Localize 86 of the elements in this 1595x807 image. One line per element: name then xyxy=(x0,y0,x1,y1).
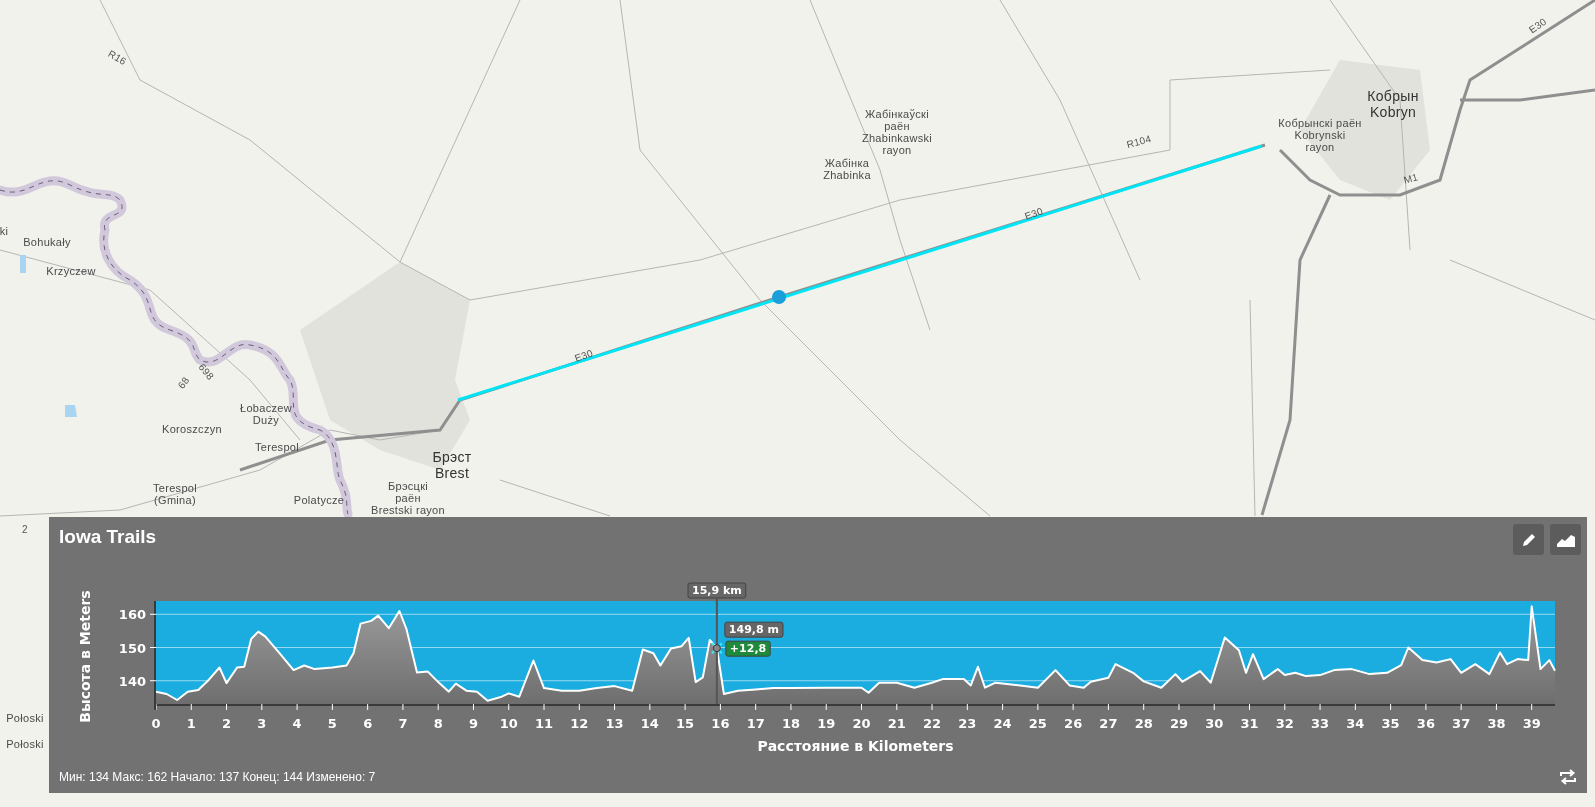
x-tick-label: 12 xyxy=(570,716,589,731)
place-label: Брэсцкі раён Brestski rayon xyxy=(371,480,445,516)
x-tick-label: 22 xyxy=(923,716,942,731)
x-tick-label: 37 xyxy=(1452,716,1471,731)
place-label: Bohukały xyxy=(23,236,71,248)
x-tick-label: 21 xyxy=(887,716,906,731)
x-tick-label: 30 xyxy=(1205,716,1224,731)
place-label: Polatycze xyxy=(293,494,345,506)
x-tick-label: 9 xyxy=(468,716,478,731)
x-tick-label: 24 xyxy=(993,716,1012,731)
road-label: R104 xyxy=(1125,132,1153,152)
swap-icon xyxy=(1559,769,1577,785)
road-label: R16 xyxy=(105,48,129,68)
road-label: E30 xyxy=(1023,205,1045,223)
panel-title: Iowa Trails xyxy=(59,526,157,548)
x-tick-label: 4 xyxy=(292,716,302,731)
stats-text: Мин: 134 Макс: 162 Начало: 137 Конец: 144 Изменено: 7 xyxy=(59,770,376,784)
x-tick-label: 27 xyxy=(1099,716,1118,731)
place-label: Krzyczew xyxy=(46,265,96,277)
annotation: +12,8 xyxy=(729,642,767,656)
y-tick-label: 150 xyxy=(118,640,146,656)
place-label: Жабінка Zhabinka xyxy=(823,157,871,181)
place-label: Połoski xyxy=(6,738,44,750)
road-label: M1 xyxy=(1402,171,1420,187)
annotation: 149,8 m xyxy=(728,623,779,637)
x-tick-label: 39 xyxy=(1522,716,1541,731)
x-tick-label: 10 xyxy=(499,716,518,731)
x-tick-label: 38 xyxy=(1487,716,1506,731)
place-label: ki xyxy=(0,225,9,237)
x-tick-label: 1 xyxy=(186,716,196,731)
place-label: Брэст Brest xyxy=(432,449,472,481)
road-label: E30 xyxy=(1526,15,1550,37)
cursor-point xyxy=(710,642,723,655)
y-tick-label: 140 xyxy=(118,673,146,689)
x-tick-label: 3 xyxy=(257,716,267,731)
x-tick-label: 20 xyxy=(852,716,871,731)
x-tick-label: 5 xyxy=(327,716,337,731)
road-label: 2 xyxy=(22,524,28,536)
swap-button[interactable] xyxy=(1557,768,1579,786)
location-marker xyxy=(772,290,786,304)
place-label: Łobaczew Duży xyxy=(240,402,292,426)
x-tick-label: 28 xyxy=(1134,716,1153,731)
ref-line-label: 15,9 km xyxy=(691,584,742,597)
place-label: Połoski xyxy=(6,712,44,724)
x-tick-label: 29 xyxy=(1169,716,1188,731)
x-tick-label: 34 xyxy=(1346,716,1365,731)
x-tick-label: 26 xyxy=(1064,716,1083,731)
place-label: Terespol (Gmina) xyxy=(153,482,197,506)
x-tick-label: 2 xyxy=(222,716,232,731)
elevation-change-tag: +12,8 xyxy=(725,640,771,657)
place-label: Terespol xyxy=(255,441,299,453)
y-tick-label: 160 xyxy=(118,607,146,623)
place-label: Кобрын Kobryn xyxy=(1367,88,1419,120)
x-tick-label: 0 xyxy=(151,716,161,731)
x-tick-label: 25 xyxy=(1028,716,1047,731)
pencil-icon xyxy=(1521,532,1536,547)
x-axis-title: Расстояние в Kilometers xyxy=(757,738,954,754)
place-label: Кобрынскі раён Kobrynski rayon xyxy=(1278,117,1362,153)
road-label: 68 xyxy=(175,374,193,392)
x-tick-label: 6 xyxy=(363,716,373,731)
y-axis-title: Высота в Meters xyxy=(77,590,93,723)
distance-tag: 15,9 km xyxy=(687,582,747,599)
x-tick-label: 31 xyxy=(1240,716,1259,731)
place-label: Жабінкаўскі раён Zhabinkawski rayon xyxy=(861,108,933,156)
x-tick-label: 17 xyxy=(746,716,765,731)
x-tick-label: 32 xyxy=(1275,716,1294,731)
x-tick-label: 8 xyxy=(433,716,443,731)
x-tick-label: 35 xyxy=(1381,716,1400,731)
x-tick-label: 16 xyxy=(711,716,730,731)
road-label: E30 xyxy=(573,347,595,365)
x-tick-label: 18 xyxy=(781,716,800,731)
elevation-tag: 149,8 m xyxy=(724,621,784,638)
edit-button[interactable] xyxy=(1513,524,1544,555)
x-tick-label: 11 xyxy=(535,716,554,731)
elevation-chart-icon xyxy=(1556,532,1575,547)
x-tick-label: 13 xyxy=(605,716,624,731)
x-tick-label: 33 xyxy=(1311,716,1330,731)
x-tick-label: 7 xyxy=(398,716,408,731)
x-tick-label: 19 xyxy=(817,716,836,731)
x-tick-label: 23 xyxy=(958,716,977,731)
road-label: 698 xyxy=(195,361,217,383)
x-tick-label: 36 xyxy=(1416,716,1435,731)
profile-button[interactable] xyxy=(1550,524,1581,555)
x-tick-label: 15 xyxy=(676,716,695,731)
place-label: Koroszczyn xyxy=(162,423,222,435)
x-tick-label: 14 xyxy=(640,716,659,731)
